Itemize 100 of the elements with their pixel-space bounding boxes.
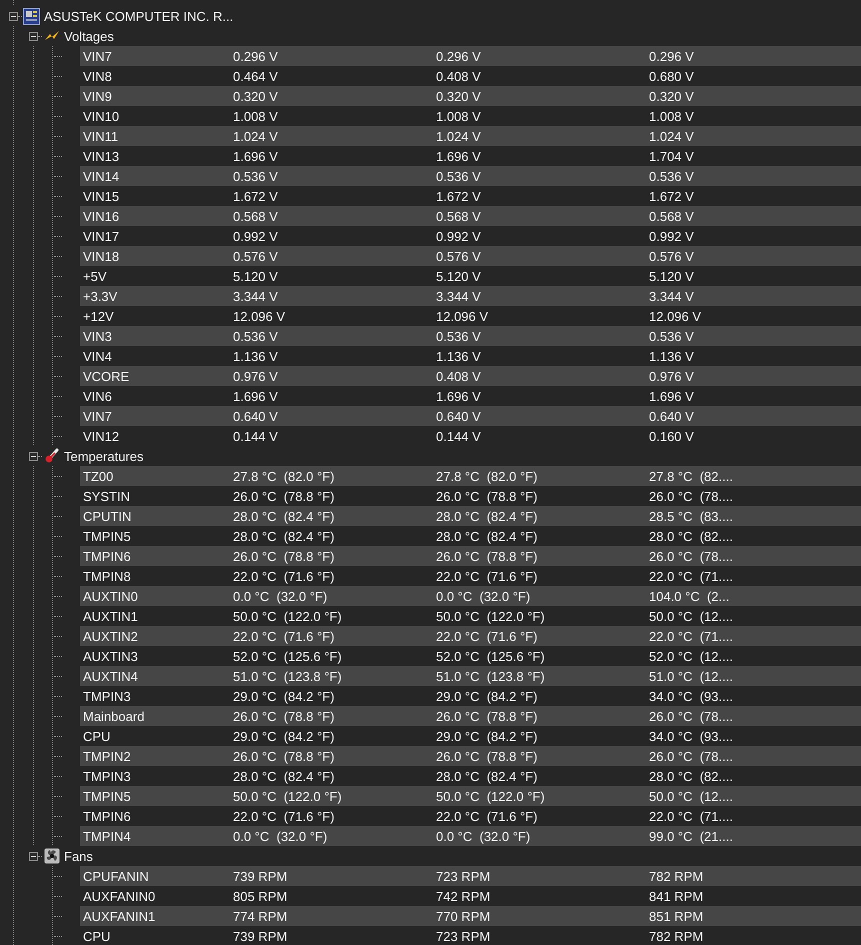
sensor-name: VIN3: [82, 328, 113, 344]
sensor-value: 0.0 °C (32.0 °F): [435, 588, 532, 604]
sensor-value: 28.0 °C (82....: [648, 528, 734, 544]
sensor-value: 1.024 V: [435, 128, 482, 144]
sensor-name: VIN15: [82, 188, 120, 204]
sensor-value: 3.344 V: [435, 288, 482, 304]
sensor-value: 0.976 V: [232, 368, 279, 384]
sensor-row[interactable]: VIN7 0.640 V 0.640 V 0.640 V: [80, 406, 861, 426]
sensor-value: 0.296 V: [435, 48, 482, 64]
sensor-row[interactable]: CPUTIN 28.0 °C (82.4 °F) 28.0 °C (82.4 °F) 28.5 °C (83....: [80, 506, 861, 526]
sensor-row[interactable]: VIN11 1.024 V 1.024 V 1.024 V: [80, 126, 861, 146]
sensor-row[interactable]: CPUFANIN 739 RPM 723 RPM 782 RPM: [80, 866, 861, 886]
collapse-toggle[interactable]: [29, 852, 38, 860]
sensor-value: 0.568 V: [435, 208, 482, 224]
sensor-row[interactable]: AUXTIN2 22.0 °C (71.6 °F) 22.0 °C (71.6 °F) 22.0 °C (71....: [80, 626, 861, 646]
lightning-icon: [44, 30, 60, 42]
sensor-value: 0.536 V: [232, 328, 279, 344]
sensor-row[interactable]: AUXTIN0 0.0 °C (32.0 °F) 0.0 °C (32.0 °F) 104.0 °C (2...: [80, 586, 861, 606]
sensor-value: 0.568 V: [648, 208, 695, 224]
sensor-row[interactable]: +3.3V 3.344 V 3.344 V 3.344 V: [80, 286, 861, 306]
sensor-value: 0.536 V: [648, 328, 695, 344]
sensor-row[interactable]: AUXFANIN1 774 RPM 770 RPM 851 RPM: [80, 906, 861, 926]
group-label[interactable]: Fans: [64, 848, 93, 864]
sensor-value: 22.0 °C (71.6 °F): [435, 808, 538, 824]
sensor-name: TMPIN6: [82, 808, 132, 824]
sensor-row[interactable]: TMPIN6 26.0 °C (78.8 °F) 26.0 °C (78.8 °F) 26.0 °C (78....: [80, 546, 861, 566]
sensor-value: 50.0 °C (122.0 °F): [435, 608, 546, 624]
sensor-name: TMPIN6: [82, 548, 132, 564]
sensor-value: 28.0 °C (82.4 °F): [435, 508, 538, 524]
sensor-row[interactable]: VIN14 0.536 V 0.536 V 0.536 V: [80, 166, 861, 186]
sensor-value: 1.136 V: [232, 348, 279, 364]
sensor-value: 27.8 °C (82....: [648, 468, 734, 484]
sensor-name: CPU: [82, 928, 112, 944]
sensor-value: 22.0 °C (71....: [648, 568, 734, 584]
sensor-value: 28.5 °C (83....: [648, 508, 734, 524]
sensor-name: VIN16: [82, 208, 120, 224]
sensor-value: 782 RPM: [648, 868, 704, 884]
sensor-value: 0.320 V: [648, 88, 695, 104]
sensor-value: 1.024 V: [232, 128, 279, 144]
sensor-row[interactable]: TMPIN2 26.0 °C (78.8 °F) 26.0 °C (78.8 °F) 26.0 °C (78....: [80, 746, 861, 766]
sensor-value: 0.296 V: [232, 48, 279, 64]
sensor-value: 770 RPM: [435, 908, 492, 924]
sensor-value: 28.0 °C (82.4 °F): [435, 528, 538, 544]
collapse-toggle[interactable]: [29, 32, 38, 40]
sensor-name: VIN11: [82, 128, 120, 144]
sensor-value: 1.008 V: [232, 108, 279, 124]
group-label[interactable]: Voltages: [64, 28, 114, 44]
sensor-name: VIN18: [82, 248, 120, 264]
group-label[interactable]: Temperatures: [64, 448, 144, 464]
sensor-row[interactable]: VIN16 0.568 V 0.568 V 0.568 V: [80, 206, 861, 226]
sensor-value: 0.576 V: [232, 248, 279, 264]
sensor-value: 12.096 V: [435, 308, 490, 324]
sensor-name: AUXTIN1: [82, 608, 139, 624]
sensor-value: 0.992 V: [648, 228, 695, 244]
sensor-value: 0.568 V: [232, 208, 279, 224]
sensor-row[interactable]: AUXTIN4 51.0 °C (123.8 °F) 51.0 °C (123.8 °F) 51.0 °C (12....: [80, 666, 861, 686]
sensor-name: AUXFANIN0: [82, 888, 156, 904]
device-name[interactable]: ASUSTeK COMPUTER INC. R...: [44, 8, 234, 24]
sensor-name: VCORE: [82, 368, 130, 384]
collapse-toggle[interactable]: [9, 12, 18, 20]
sensor-row[interactable]: VIN7 0.296 V 0.296 V 0.296 V: [80, 46, 861, 66]
sensor-value: 22.0 °C (71.6 °F): [232, 628, 336, 644]
sensor-name: +3.3V: [82, 288, 118, 304]
sensor-row[interactable]: TZ00 27.8 °C (82.0 °F) 27.8 °C (82.0 °F) 27.8 °C (82....: [80, 466, 861, 486]
sensor-value: 5.120 V: [435, 268, 482, 284]
sensor-row[interactable]: Mainboard 26.0 °C (78.8 °F) 26.0 °C (78.8 °F) 26.0 °C (78....: [80, 706, 861, 726]
sensor-value: 1.008 V: [435, 108, 482, 124]
sensor-value: 0.536 V: [648, 168, 695, 184]
sensor-name: CPUTIN: [82, 508, 132, 524]
sensor-row[interactable]: VIN3 0.536 V 0.536 V 0.536 V: [80, 326, 861, 346]
sensor-row[interactable]: TMPIN4 0.0 °C (32.0 °F) 0.0 °C (32.0 °F) 99.0 °C (21....: [80, 826, 861, 846]
sensor-value: 28.0 °C (82.4 °F): [232, 508, 336, 524]
collapse-toggle[interactable]: [29, 452, 38, 460]
sensor-value: 0.640 V: [648, 408, 695, 424]
sensor-row[interactable]: VIN9 0.320 V 0.320 V 0.320 V: [80, 86, 861, 106]
sensor-value: 26.0 °C (78....: [648, 548, 734, 564]
sensor-value: 0.536 V: [435, 328, 482, 344]
sensor-value: 99.0 °C (21....: [648, 828, 734, 844]
sensor-value: 0.464 V: [232, 68, 279, 84]
sensor-value: 0.992 V: [232, 228, 279, 244]
sensor-value: 22.0 °C (71....: [648, 628, 734, 644]
sensor-name: AUXTIN4: [82, 668, 139, 684]
sensor-value: 26.0 °C (78.8 °F): [435, 488, 538, 504]
sensor-value: 0.408 V: [435, 368, 482, 384]
sensor-row[interactable]: TMPIN5 50.0 °C (122.0 °F) 50.0 °C (122.0 °F) 50.0 °C (12....: [80, 786, 861, 806]
sensor-name: VIN14: [82, 168, 120, 184]
sensor-name: VIN7: [82, 408, 113, 424]
sensor-value: 0.320 V: [435, 88, 482, 104]
sensor-name: VIN8: [82, 68, 113, 84]
sensor-value: 26.0 °C (78.8 °F): [232, 488, 336, 504]
sensor-value: 0.680 V: [648, 68, 695, 84]
sensor-value: 12.096 V: [648, 308, 702, 324]
sensor-value: 1.696 V: [435, 148, 482, 164]
sensor-row[interactable]: VIN18 0.576 V 0.576 V 0.576 V: [80, 246, 861, 266]
sensor-value: 52.0 °C (125.6 °F): [435, 648, 546, 664]
sensor-value: 34.0 °C (93....: [648, 728, 734, 744]
sensor-value: 51.0 °C (123.8 °F): [232, 668, 343, 684]
thermometer-icon: [44, 448, 60, 464]
sensor-row[interactable]: VCORE 0.976 V 0.408 V 0.976 V: [80, 366, 861, 386]
sensor-value: 26.0 °C (78.8 °F): [435, 548, 538, 564]
